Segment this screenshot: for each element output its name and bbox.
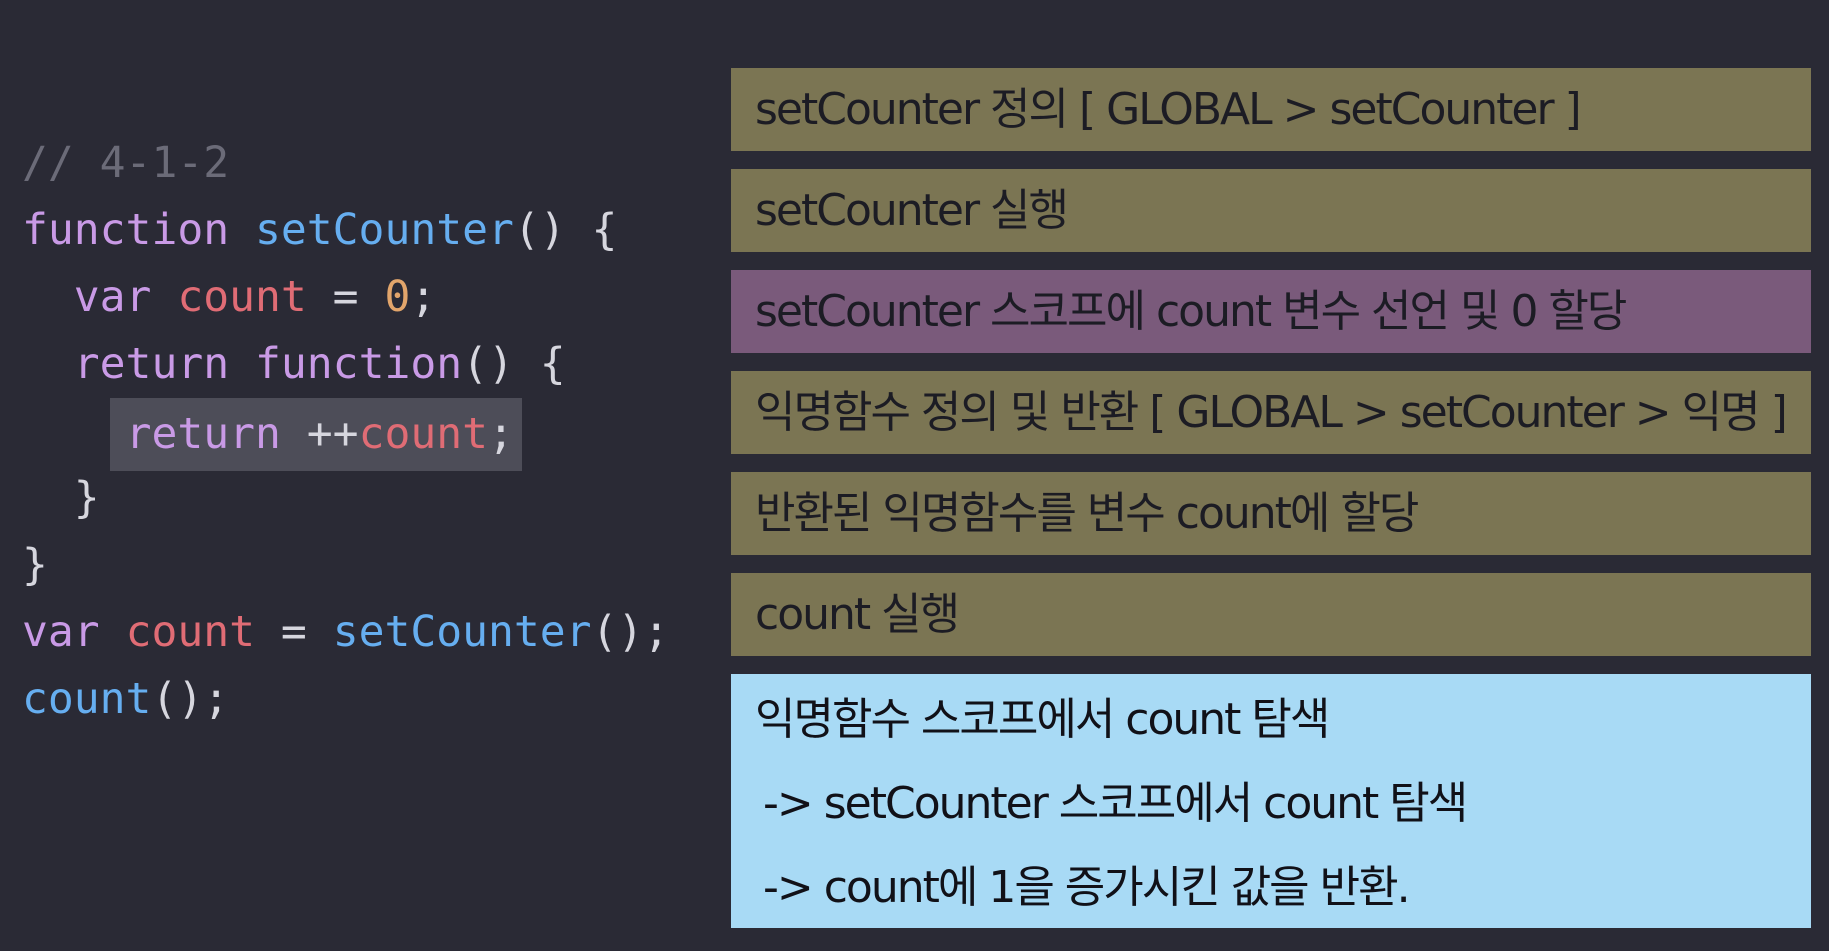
code-snippet: // 4-1-2 function setCounter() { var cou… <box>22 130 722 733</box>
step-3: setCounter 스코프에 count 변수 선언 및 0 할당 <box>731 270 1811 353</box>
function-call-setcounter: setCounter <box>332 607 592 657</box>
function-name-setcounter: setCounter <box>255 205 514 255</box>
punct-equals-outer: = <box>255 607 333 657</box>
code-line-2: function setCounter() { <box>22 197 722 264</box>
punct-call-parens-count: (); <box>151 674 230 724</box>
code-line-1: // 4-1-2 <box>22 130 722 197</box>
punct-parens-brace: () { <box>513 205 618 255</box>
code-line-5: return ++count; <box>22 398 722 471</box>
function-call-count: count <box>22 674 152 724</box>
variable-count-outer: count <box>125 607 256 657</box>
keyword-return: return <box>73 339 230 389</box>
keyword-var: var <box>73 272 152 322</box>
code-line-9: count(); <box>22 666 722 733</box>
number-zero: 0 <box>384 272 411 322</box>
step-4: 익명함수 정의 및 반환 [ GLOBAL > setCounter > 익명 … <box>731 371 1811 454</box>
punct-close-brace-inner: } <box>73 473 100 523</box>
code-line-7: } <box>22 532 722 599</box>
punct-parens-brace-inner: () { <box>462 339 566 389</box>
punct-semicolon-inner: ; <box>488 409 514 459</box>
step-1: setCounter 정의 [ GLOBAL > setCounter ] <box>731 68 1811 151</box>
detail-line-3: -> count에 1을 증가시킨 값을 반환. <box>763 862 1411 913</box>
execution-steps: setCounter 정의 [ GLOBAL > setCounter ] se… <box>731 68 1811 946</box>
keyword-var-outer: var <box>22 607 100 657</box>
detail-line-1: 익명함수 스코프에서 count 탐색 <box>755 694 1330 745</box>
punct-close-brace: } <box>22 540 48 590</box>
variable-count: count <box>177 272 307 322</box>
code-line-6: } <box>22 465 722 532</box>
step-2: setCounter 실행 <box>731 169 1811 252</box>
step-detail-box: 익명함수 스코프에서 count 탐색 -> setCounter 스코프에서 … <box>731 674 1811 928</box>
highlighted-line: return ++count; <box>109 398 522 471</box>
operator-increment: ++ <box>306 409 359 459</box>
keyword-function-inner: function <box>255 339 463 389</box>
step-5: 반환된 익명함수를 변수 count에 할당 <box>731 472 1811 555</box>
variable-count-inner: count <box>358 409 489 459</box>
code-line-8: var count = setCounter(); <box>22 599 722 666</box>
punct-semicolon: ; <box>410 272 437 322</box>
keyword-return-inner: return <box>125 409 281 459</box>
keyword-function: function <box>22 205 230 255</box>
punct-equals: = <box>306 272 385 322</box>
step-6: count 실행 <box>731 573 1811 656</box>
punct-call-parens: (); <box>591 607 670 657</box>
code-line-4: return function() { <box>22 331 722 398</box>
detail-line-2: -> setCounter 스코프에서 count 탐색 <box>763 778 1468 829</box>
code-comment: // 4-1-2 <box>22 138 230 188</box>
code-line-3: var count = 0; <box>22 264 722 331</box>
